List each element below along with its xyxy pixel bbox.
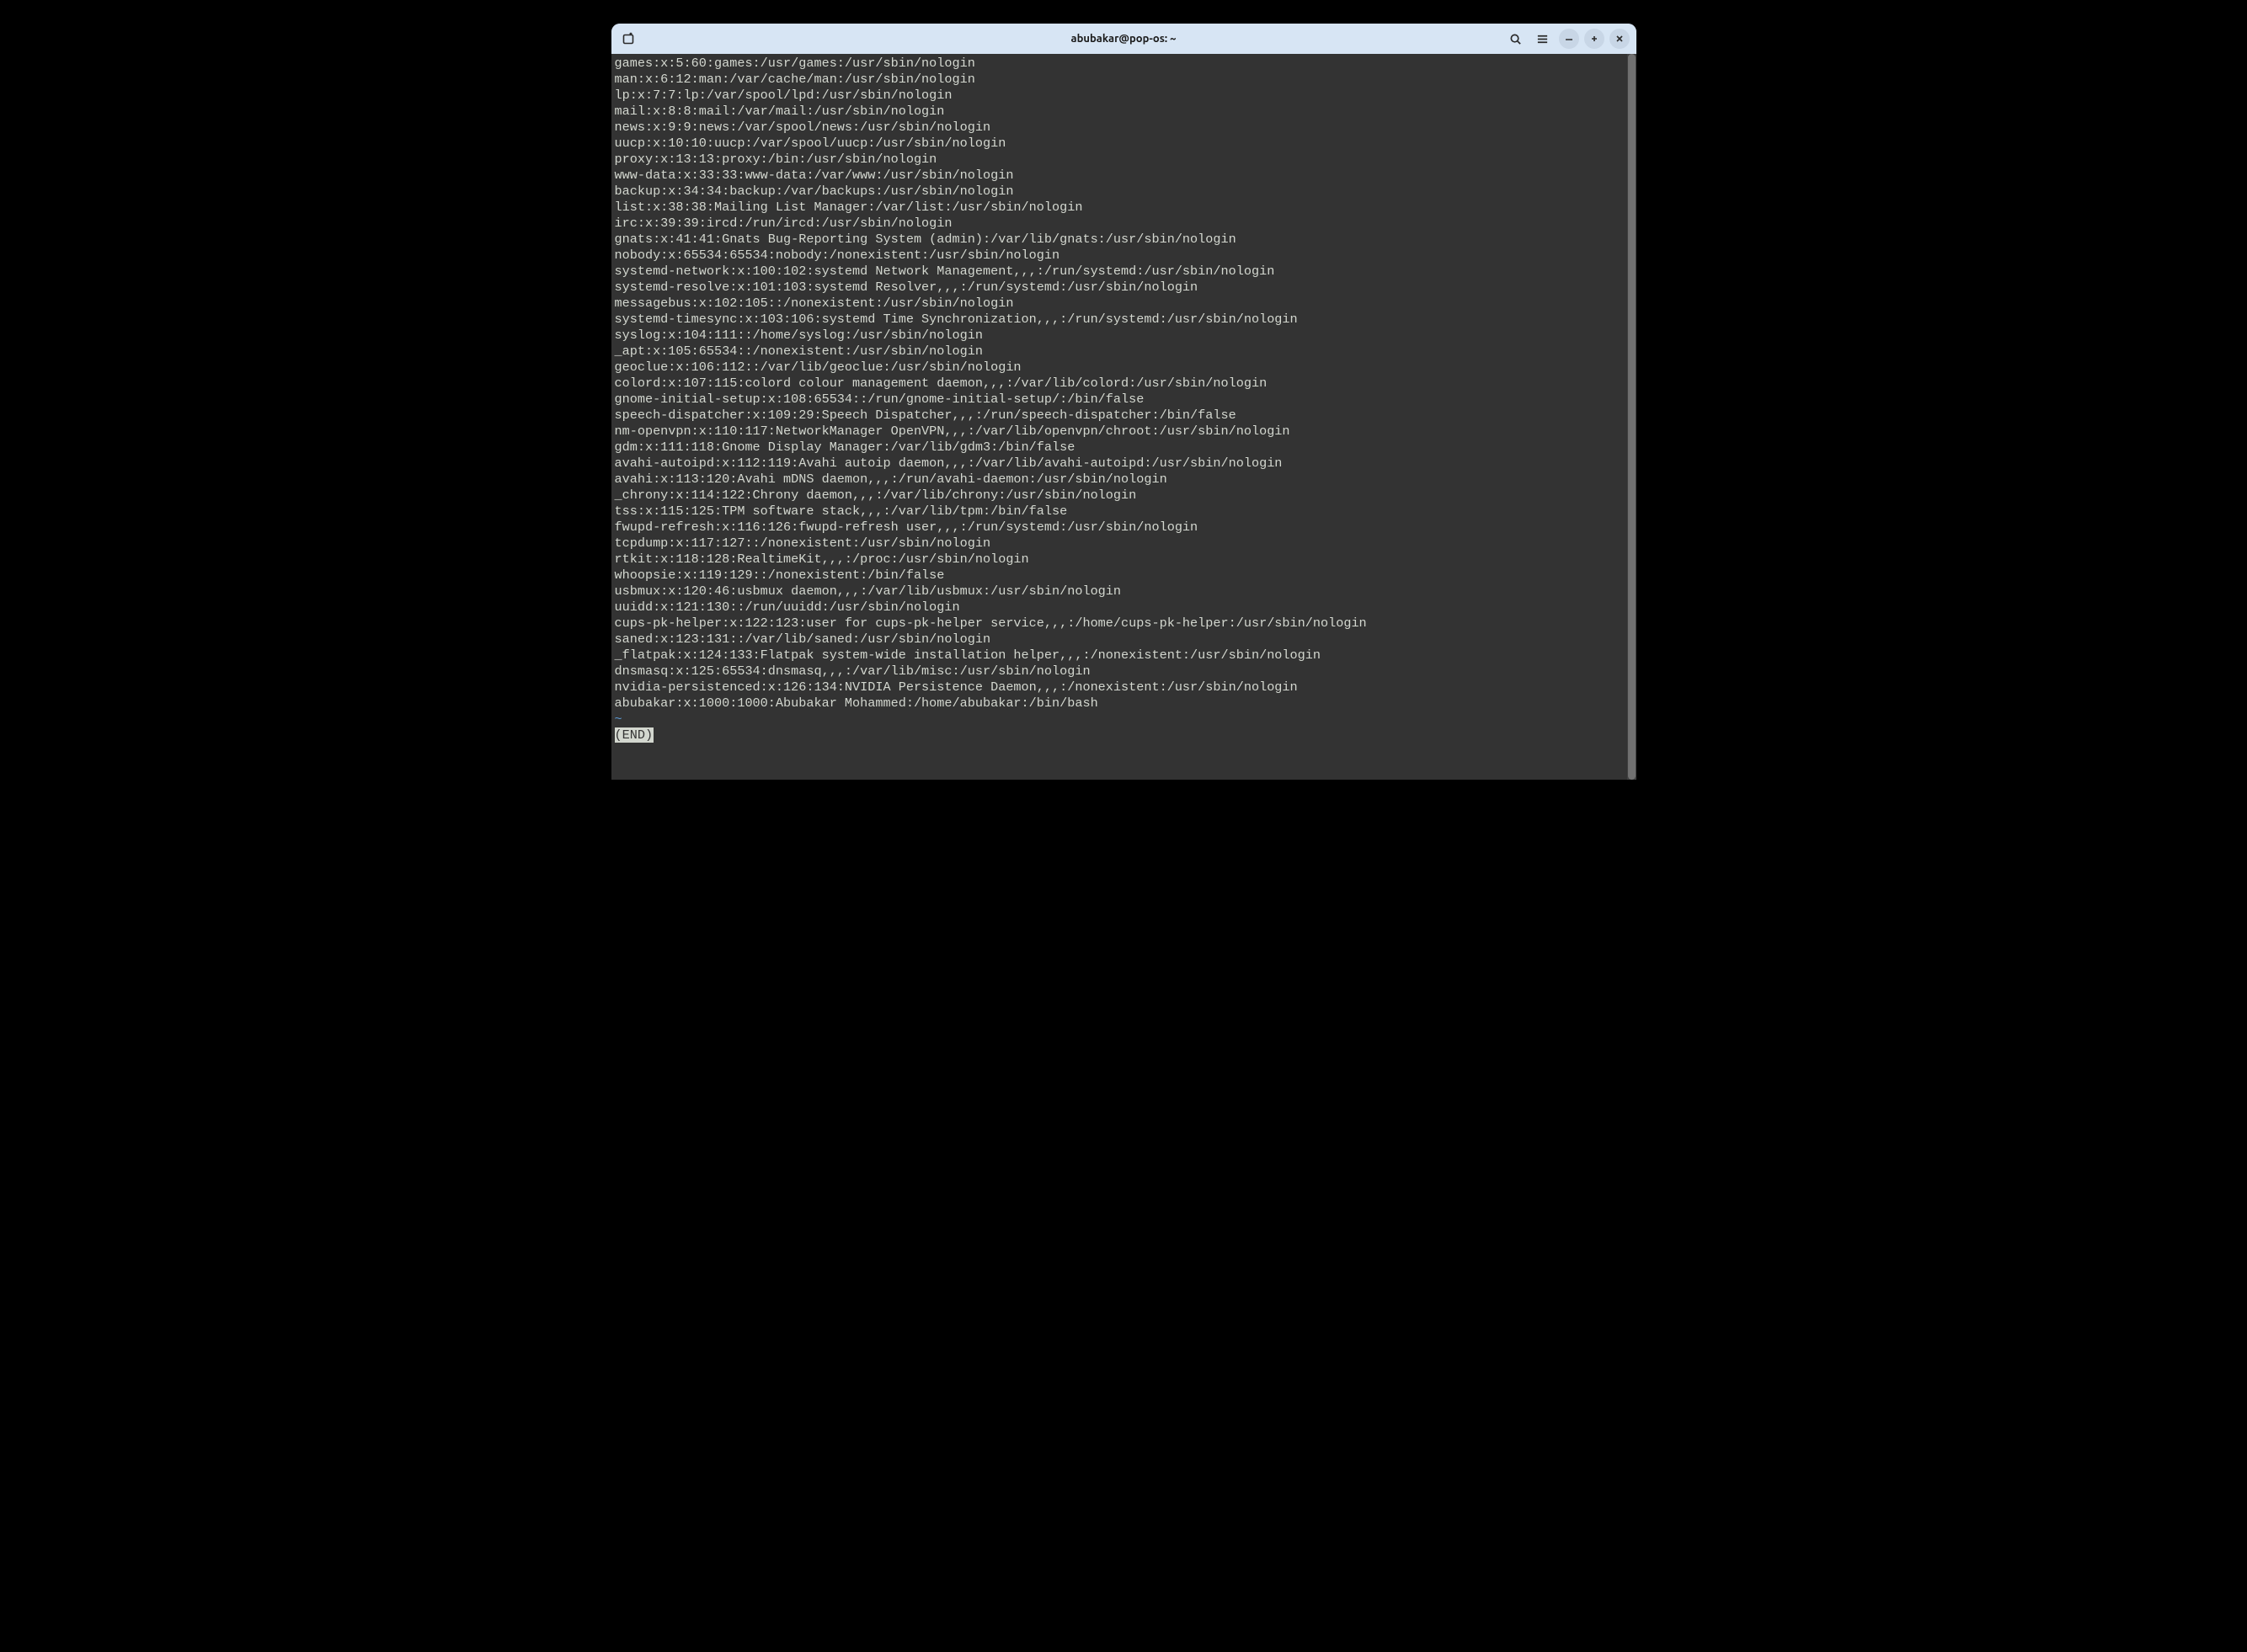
terminal-line: dnsmasq:x:125:65534:dnsmasq,,,:/var/lib/… [615,663,1633,679]
search-button[interactable] [1505,28,1527,50]
close-icon [1615,35,1624,43]
terminal-line: uucp:x:10:10:uucp:/var/spool/uucp:/usr/s… [615,136,1633,152]
terminal-line: nvidia-persistenced:x:126:134:NVIDIA Per… [615,679,1633,695]
terminal-line: abubakar:x:1000:1000:Abubakar Mohammed:/… [615,695,1633,711]
terminal-window: abubakar@pop-os: ~ [611,24,1636,780]
terminal-line: saned:x:123:131::/var/lib/saned:/usr/sbi… [615,631,1633,647]
terminal-line: cups-pk-helper:x:122:123:user for cups-p… [615,616,1633,631]
titlebar[interactable]: abubakar@pop-os: ~ [611,24,1636,54]
terminal-line: systemd-resolve:x:101:103:systemd Resolv… [615,280,1633,296]
vim-tilde: ~ [615,711,1633,727]
terminal-line: games:x:5:60:games:/usr/games:/usr/sbin/… [615,56,1633,72]
terminal-line: uuidd:x:121:130::/run/uuidd:/usr/sbin/no… [615,600,1633,616]
terminal-output: games:x:5:60:games:/usr/games:/usr/sbin/… [615,56,1633,711]
scrollbar-track[interactable] [1627,54,1636,780]
terminal-line: irc:x:39:39:ircd:/run/ircd:/usr/sbin/nol… [615,216,1633,232]
terminal-line: man:x:6:12:man:/var/cache/man:/usr/sbin/… [615,72,1633,88]
minimize-icon [1565,35,1573,43]
terminal-line: messagebus:x:102:105::/nonexistent:/usr/… [615,296,1633,312]
minimize-button[interactable] [1559,29,1579,49]
terminal-line: usbmux:x:120:46:usbmux daemon,,,:/var/li… [615,584,1633,600]
maximize-button[interactable] [1584,29,1604,49]
terminal-line: mail:x:8:8:mail:/var/mail:/usr/sbin/nolo… [615,104,1633,120]
terminal-line: systemd-timesync:x:103:106:systemd Time … [615,312,1633,328]
terminal-line: _chrony:x:114:122:Chrony daemon,,,:/var/… [615,488,1633,504]
terminal-line: tcpdump:x:117:127::/nonexistent:/usr/sbi… [615,536,1633,552]
terminal-line: avahi:x:113:120:Avahi mDNS daemon,,,:/ru… [615,472,1633,488]
terminal-line: whoopsie:x:119:129::/nonexistent:/bin/fa… [615,568,1633,584]
terminal-line: colord:x:107:115:colord colour managemen… [615,376,1633,392]
terminal-line: geoclue:x:106:112::/var/lib/geoclue:/usr… [615,360,1633,376]
terminal-line: avahi-autoipd:x:112:119:Avahi autoip dae… [615,456,1633,472]
terminal-line: rtkit:x:118:128:RealtimeKit,,,:/proc:/us… [615,552,1633,568]
terminal-line: list:x:38:38:Mailing List Manager:/var/l… [615,200,1633,216]
terminal-line: gnome-initial-setup:x:108:65534::/run/gn… [615,392,1633,408]
search-icon [1509,33,1522,45]
terminal-line: syslog:x:104:111::/home/syslog:/usr/sbin… [615,328,1633,344]
close-button[interactable] [1609,29,1630,49]
terminal-line: nm-openvpn:x:110:117:NetworkManager Open… [615,424,1633,440]
new-tab-icon [622,32,636,45]
terminal-line: _apt:x:105:65534::/nonexistent:/usr/sbin… [615,344,1633,360]
terminal-line: backup:x:34:34:backup:/var/backups:/usr/… [615,184,1633,200]
hamburger-menu-icon [1536,33,1549,45]
terminal-body[interactable]: games:x:5:60:games:/usr/games:/usr/sbin/… [611,54,1636,780]
terminal-line: speech-dispatcher:x:109:29:Speech Dispat… [615,408,1633,424]
maximize-icon [1590,35,1599,43]
terminal-line: tss:x:115:125:TPM software stack,,,:/var… [615,504,1633,520]
terminal-line: gnats:x:41:41:Gnats Bug-Reporting System… [615,232,1633,248]
menu-button[interactable] [1532,28,1554,50]
terminal-line: news:x:9:9:news:/var/spool/news:/usr/sbi… [615,120,1633,136]
terminal-line: lp:x:7:7:lp:/var/spool/lpd:/usr/sbin/nol… [615,88,1633,104]
terminal-line: systemd-network:x:100:102:systemd Networ… [615,264,1633,280]
window-title: abubakar@pop-os: ~ [611,33,1636,45]
terminal-line: nobody:x:65534:65534:nobody:/nonexistent… [615,248,1633,264]
terminal-line: gdm:x:111:118:Gnome Display Manager:/var… [615,440,1633,456]
terminal-line: www-data:x:33:33:www-data:/var/www:/usr/… [615,168,1633,184]
new-tab-button[interactable] [618,28,640,50]
pager-end-marker: (END) [615,727,654,743]
scrollbar-thumb[interactable] [1628,54,1636,780]
terminal-line: proxy:x:13:13:proxy:/bin:/usr/sbin/nolog… [615,152,1633,168]
terminal-line: fwupd-refresh:x:116:126:fwupd-refresh us… [615,520,1633,536]
terminal-line: _flatpak:x:124:133:Flatpak system-wide i… [615,647,1633,663]
